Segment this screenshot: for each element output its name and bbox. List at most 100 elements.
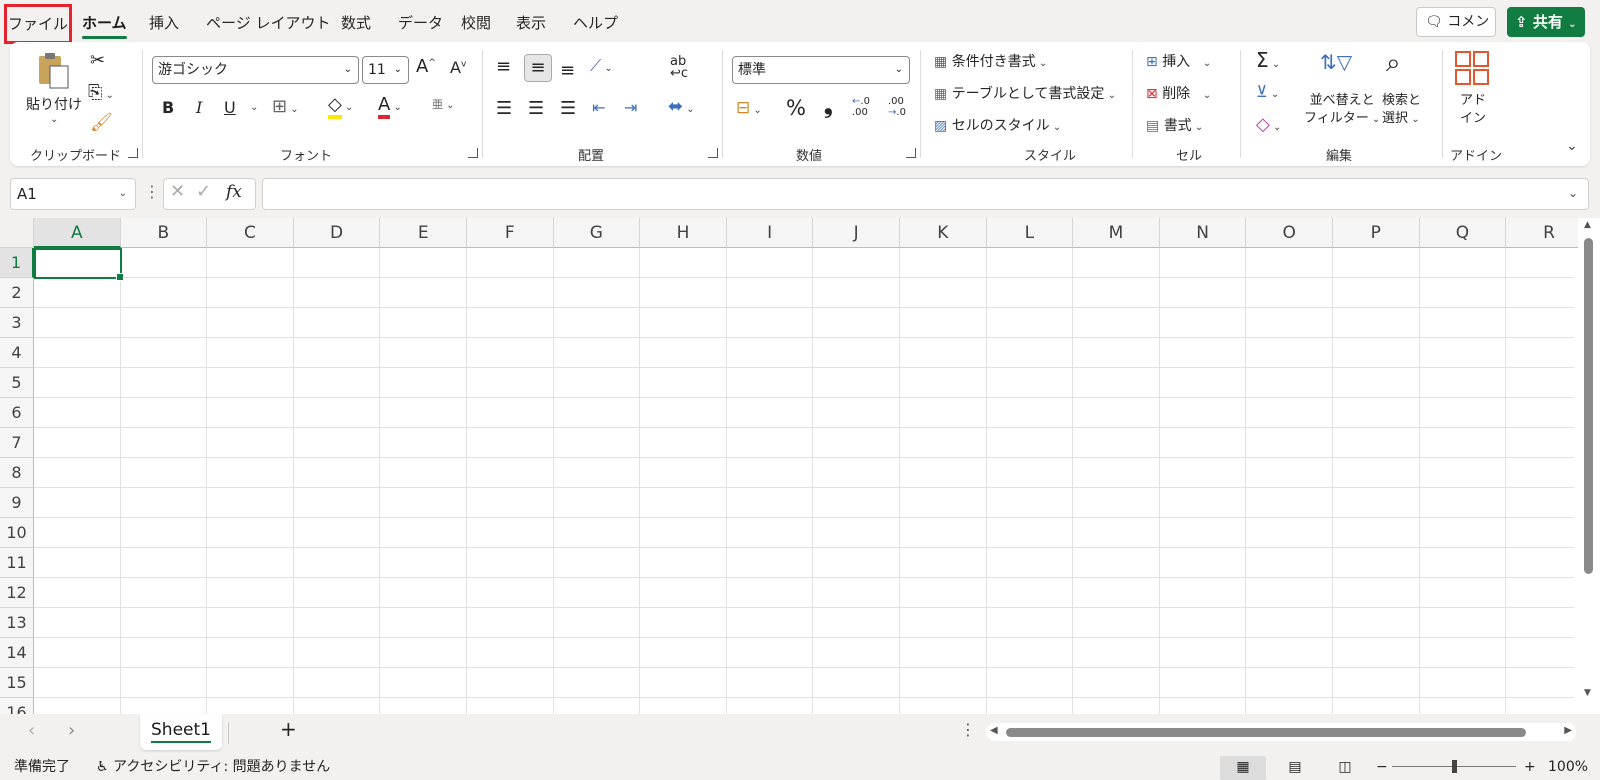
align-bottom-icon[interactable]: ≡ bbox=[560, 60, 575, 81]
column-header-p[interactable]: P bbox=[1333, 218, 1420, 248]
font-color-icon[interactable]: A ⌄ bbox=[378, 94, 402, 119]
align-middle-icon[interactable]: ≡ bbox=[524, 54, 552, 82]
column-header-k[interactable]: K bbox=[900, 218, 987, 248]
row-header-15[interactable]: 15 bbox=[0, 668, 34, 698]
borders-icon[interactable]: ⊞ ⌄ bbox=[272, 96, 299, 117]
column-header-c[interactable]: C bbox=[207, 218, 294, 248]
tab-home[interactable]: ホーム bbox=[82, 10, 127, 39]
number-launcher-icon[interactable] bbox=[906, 148, 916, 158]
row-header-7[interactable]: 7 bbox=[0, 428, 34, 458]
bold-button[interactable]: B bbox=[162, 98, 174, 117]
accounting-format-icon[interactable]: ⊟ ⌄ bbox=[736, 98, 762, 118]
horizontal-scroll-thumb[interactable] bbox=[1006, 728, 1526, 737]
autosum-icon[interactable]: Σ ⌄ bbox=[1256, 48, 1280, 72]
delete-cells-button[interactable]: ⊠ 削除 ⌄ bbox=[1146, 83, 1211, 103]
accessibility-status[interactable]: ♿︎ アクセシビリティ: 問題ありません bbox=[96, 754, 330, 780]
row-header-6[interactable]: 6 bbox=[0, 398, 34, 428]
fill-color-icon[interactable]: ◇ ⌄ bbox=[328, 94, 353, 119]
column-header-b[interactable]: B bbox=[120, 218, 208, 248]
addins-button[interactable]: アド イン bbox=[1460, 92, 1486, 128]
align-left-icon[interactable]: ☰ bbox=[496, 98, 512, 119]
orientation-icon[interactable]: ⟋ ⌄ bbox=[590, 56, 613, 76]
prev-sheet-icon[interactable]: ‹ bbox=[28, 720, 35, 741]
tab-data[interactable]: データ bbox=[398, 10, 443, 36]
more-options-icon[interactable]: ⋮ bbox=[960, 720, 976, 739]
vertical-scroll-thumb[interactable] bbox=[1584, 238, 1593, 574]
column-header-e[interactable]: E bbox=[380, 218, 467, 248]
merge-center-icon[interactable]: ⬌ ⌄ bbox=[668, 96, 695, 117]
selected-cell[interactable] bbox=[34, 248, 124, 281]
increase-decimal-icon[interactable]: ←.0.00 bbox=[852, 96, 870, 118]
share-button[interactable]: ⇪ 共有 ⌄ bbox=[1507, 7, 1585, 37]
more-options-icon[interactable]: ⋮ bbox=[144, 182, 160, 201]
add-sheet-button[interactable]: + bbox=[280, 717, 297, 741]
column-header-n[interactable]: N bbox=[1159, 218, 1247, 248]
formula-input[interactable]: ⌄ bbox=[262, 178, 1589, 210]
format-cells-button[interactable]: ▤ 書式 ⌄ bbox=[1146, 115, 1203, 135]
underline-dropdown-icon[interactable]: ⌄ bbox=[250, 102, 258, 113]
tab-review[interactable]: 校閲 bbox=[461, 10, 491, 36]
enter-icon[interactable]: ✓ bbox=[196, 181, 211, 202]
column-header-a[interactable]: A bbox=[34, 218, 121, 248]
paste-icon[interactable] bbox=[36, 50, 72, 90]
column-header-o[interactable]: O bbox=[1246, 218, 1333, 248]
row-header-1[interactable]: 1 bbox=[0, 248, 34, 278]
row-header-14[interactable]: 14 bbox=[0, 638, 34, 668]
cut-icon[interactable]: ✂ bbox=[90, 50, 105, 71]
tab-formulas[interactable]: 数式 bbox=[341, 10, 371, 36]
tab-view[interactable]: 表示 bbox=[516, 10, 546, 36]
column-header-l[interactable]: L bbox=[986, 218, 1074, 248]
font-launcher-icon[interactable] bbox=[468, 148, 478, 158]
align-right-icon[interactable]: ☰ bbox=[560, 98, 576, 119]
row-header-11[interactable]: 11 bbox=[0, 548, 34, 578]
tab-page-layout[interactable]: ページ レイアウト bbox=[206, 10, 330, 36]
fill-icon[interactable]: ⊻ ⌄ bbox=[1256, 82, 1279, 101]
clear-icon[interactable]: ◇ ⌄ bbox=[1256, 114, 1281, 135]
column-header-d[interactable]: D bbox=[293, 218, 381, 248]
italic-button[interactable]: I bbox=[196, 98, 202, 117]
increase-indent-icon[interactable]: ⇥ bbox=[624, 98, 637, 117]
copy-icon[interactable]: ⎘ ⌄ bbox=[88, 82, 114, 103]
normal-view-button[interactable]: ▦ bbox=[1220, 756, 1266, 780]
number-format-select[interactable]: 標準 ⌄ bbox=[732, 56, 910, 84]
comma-style-button[interactable]: ❟ bbox=[824, 94, 833, 119]
column-header-f[interactable]: F bbox=[467, 218, 554, 248]
insert-function-button[interactable]: fx bbox=[226, 182, 242, 202]
clipboard-launcher-icon[interactable] bbox=[128, 148, 138, 158]
increase-font-icon[interactable]: A^ bbox=[416, 56, 436, 77]
worksheet-grid[interactable]: ABCDEFGHIJKLMNOPQR 1 2 3 4 5 6 7 8 9 10 11 12 13 14 15… bbox=[0, 218, 1600, 714]
align-top-icon[interactable]: ≡ bbox=[496, 56, 511, 77]
decrease-indent-icon[interactable]: ⇤ bbox=[592, 98, 605, 117]
sort-filter-button[interactable]: 並べ替えと フィルター ⌄ bbox=[1304, 92, 1380, 129]
zoom-level[interactable]: 100% bbox=[1548, 754, 1588, 780]
row-header-13[interactable]: 13 bbox=[0, 608, 34, 638]
select-all-corner[interactable] bbox=[0, 218, 34, 248]
zoom-in-button[interactable]: + bbox=[1524, 754, 1536, 780]
row-header-5[interactable]: 5 bbox=[0, 368, 34, 398]
alignment-launcher-icon[interactable] bbox=[708, 148, 718, 158]
row-header-16[interactable]: 16 bbox=[0, 698, 34, 714]
sort-filter-icon[interactable]: ⇅▽ bbox=[1320, 50, 1352, 74]
column-header-g[interactable]: G bbox=[553, 218, 641, 248]
zoom-slider-thumb[interactable] bbox=[1452, 760, 1457, 773]
wrap-text-icon[interactable]: ab ↩c bbox=[670, 55, 688, 80]
format-as-table-button[interactable]: ▦ テーブルとして書式設定 ⌄ bbox=[934, 83, 1116, 103]
expand-formula-icon[interactable]: ⌄ bbox=[1568, 186, 1578, 200]
row-header-12[interactable]: 12 bbox=[0, 578, 34, 608]
percent-style-button[interactable]: % bbox=[786, 96, 806, 120]
name-box[interactable]: A1 ⌄ bbox=[10, 178, 136, 210]
row-header-2[interactable]: 2 bbox=[0, 278, 34, 308]
scroll-down-icon[interactable]: ▼ bbox=[1584, 688, 1591, 698]
paste-button[interactable]: 貼り付け bbox=[26, 94, 82, 114]
page-break-view-button[interactable]: ◫ bbox=[1322, 756, 1368, 780]
phonetic-icon[interactable]: 亜 ⌄ bbox=[432, 96, 455, 112]
zoom-out-button[interactable]: − bbox=[1376, 754, 1388, 780]
ribbon-collapse-icon[interactable]: ⌄ bbox=[1566, 138, 1578, 154]
align-center-icon[interactable]: ☰ bbox=[528, 98, 544, 119]
comment-button[interactable]: 🗨 コメント bbox=[1416, 7, 1496, 58]
column-header-h[interactable]: H bbox=[640, 218, 727, 248]
decrease-decimal-icon[interactable]: .00 →.0 bbox=[888, 96, 906, 118]
cancel-icon[interactable]: ✕ bbox=[170, 181, 185, 202]
decrease-font-icon[interactable]: Av bbox=[450, 58, 466, 77]
row-header-8[interactable]: 8 bbox=[0, 458, 34, 488]
